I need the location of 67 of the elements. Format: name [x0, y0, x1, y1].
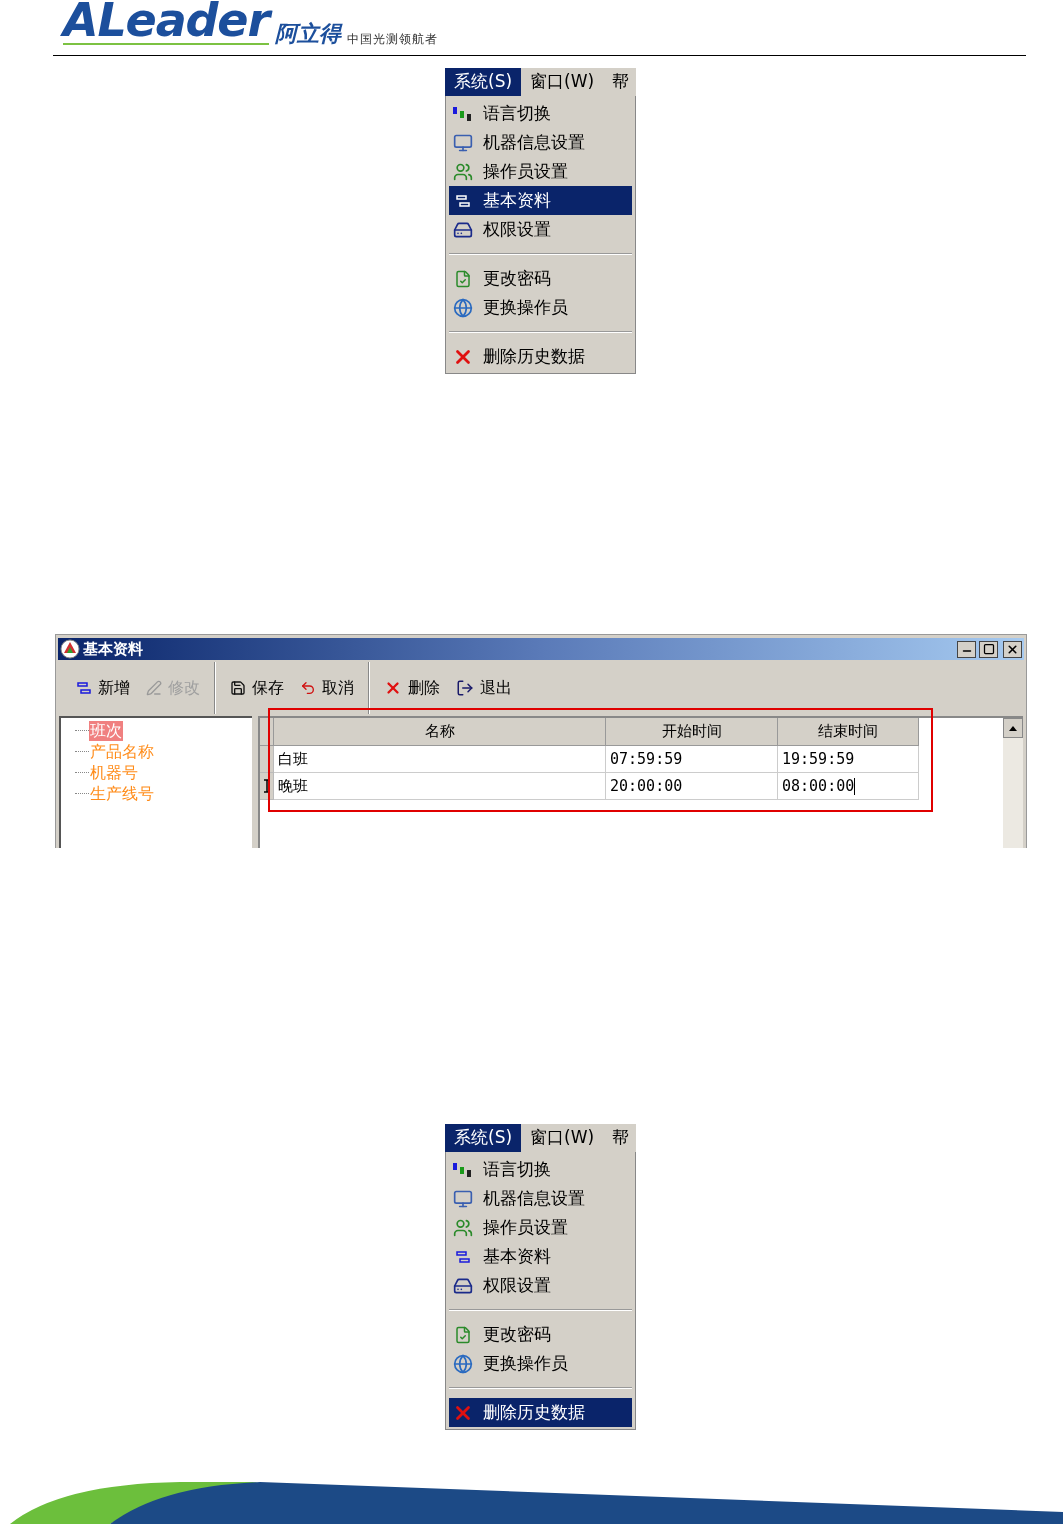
maximize-button[interactable]: [979, 640, 998, 658]
close-icon: [1006, 642, 1019, 656]
list-icon: [455, 1248, 471, 1265]
delete-icon: [384, 679, 402, 697]
logo-chinese: 阿立得: [274, 23, 341, 45]
menu-item[interactable]: 机器信息设置: [449, 128, 632, 157]
list-icon: [455, 192, 471, 209]
toolbar-button[interactable]: 保存: [222, 673, 292, 703]
scroll-up-icon: [1009, 725, 1017, 731]
menu-title[interactable]: 系统(S): [445, 1124, 522, 1152]
users-icon: [453, 161, 473, 182]
column-header[interactable]: 名称: [274, 718, 606, 746]
menu-item[interactable]: 语言切换: [449, 1155, 632, 1184]
menu-item[interactable]: 基本资料: [449, 1242, 632, 1271]
menu-item[interactable]: 权限设置: [449, 215, 632, 244]
menu-item[interactable]: 删除历史数据: [449, 1398, 632, 1427]
toolbar-button[interactable]: 退出: [448, 673, 520, 703]
globe-icon: [453, 297, 473, 318]
slogan: 中国光测领航者: [346, 33, 438, 45]
floppy-icon: [230, 680, 246, 696]
undo-icon: [300, 680, 316, 696]
table-cell: 20:00:00: [606, 773, 778, 800]
globe-icon: [453, 1353, 473, 1374]
table-cell: 08:00:00: [778, 773, 919, 800]
menu-item[interactable]: 语言切换: [449, 99, 632, 128]
menu-item[interactable]: 更改密码: [449, 264, 632, 293]
column-header[interactable]: 结束时间: [778, 718, 919, 746]
monitor-icon: [453, 132, 473, 153]
menu-item[interactable]: 更换操作员: [449, 293, 632, 322]
menu-title[interactable]: 系统(S): [445, 68, 522, 96]
menu-title[interactable]: 帮: [603, 1124, 639, 1152]
menu-item[interactable]: 更改密码: [449, 1320, 632, 1349]
column-header[interactable]: 开始时间: [606, 718, 778, 746]
menu-title[interactable]: 窗口(W): [521, 68, 604, 96]
close-button[interactable]: [1003, 640, 1022, 658]
menu-item[interactable]: 更换操作员: [449, 1349, 632, 1378]
table-cell: 白班: [274, 746, 606, 773]
letters-icon: [452, 105, 474, 122]
maximize-icon: [982, 643, 995, 655]
pencil-icon: [146, 680, 162, 696]
exit-icon: [456, 679, 474, 697]
toolbar-button[interactable]: 取消: [292, 673, 362, 703]
menu-item[interactable]: 机器信息设置: [449, 1184, 632, 1213]
monitor-icon: [453, 1188, 473, 1209]
minimize-button[interactable]: [957, 640, 976, 658]
letters-icon: [452, 1161, 474, 1178]
table-cell: 07:59:59: [606, 746, 778, 773]
toolbar-button[interactable]: 新增: [68, 673, 138, 703]
table-cell: 晚班: [274, 773, 606, 800]
window-title: 基本资料: [83, 638, 144, 660]
app-logo-icon: [60, 639, 80, 659]
users-icon: [453, 1217, 473, 1238]
menu-title[interactable]: 帮: [603, 68, 639, 96]
menu-item[interactable]: 基本资料: [449, 186, 632, 215]
menu-item[interactable]: 删除历史数据: [449, 342, 632, 371]
scrollbar[interactable]: [1003, 718, 1023, 848]
menu-title[interactable]: 窗口(W): [521, 1124, 604, 1152]
menu-item[interactable]: 操作员设置: [449, 157, 632, 186]
list-icon: [76, 680, 92, 696]
row-editing-icon: [262, 779, 271, 793]
toolbar-button[interactable]: 删除: [376, 673, 448, 703]
menu-item[interactable]: 操作员设置: [449, 1213, 632, 1242]
document-icon: [454, 1325, 472, 1344]
menu-item[interactable]: 权限设置: [449, 1271, 632, 1300]
text-cursor: [854, 777, 856, 795]
table-cell: 19:59:59: [778, 746, 919, 773]
document-icon: [454, 269, 472, 288]
